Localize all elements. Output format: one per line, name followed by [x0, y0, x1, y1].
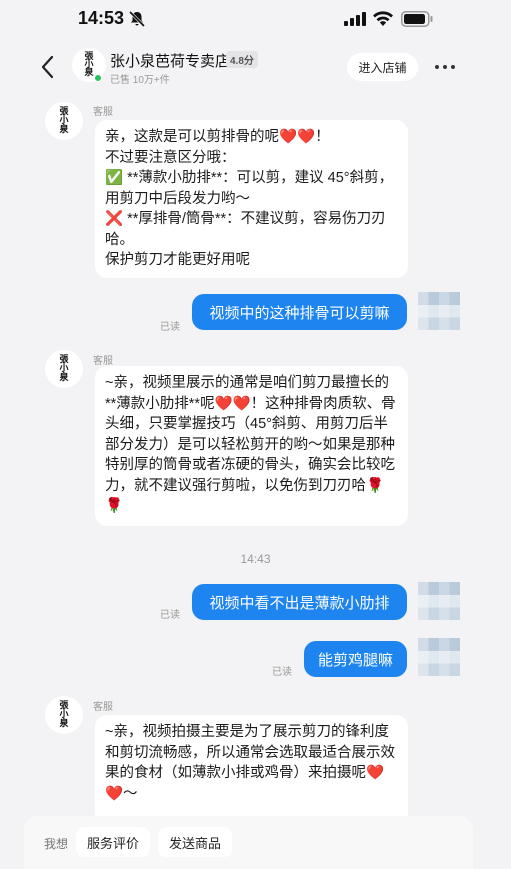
user-message-bubble[interactable]: 视频中的这种排骨可以剪嘛 [192, 294, 407, 330]
agent-avatar[interactable]: 張小泉 [45, 696, 83, 734]
user-avatar[interactable] [418, 638, 460, 676]
user-avatar[interactable] [418, 582, 460, 620]
agent-label: 客服 [93, 356, 113, 367]
signal-icon [344, 12, 366, 26]
status-bar: 14:53 [0, 0, 511, 40]
quick-action-hint: 我想 [44, 837, 69, 851]
agent-avatar-text: 張小泉 [59, 354, 69, 383]
quick-action-bar: 我想 服务评价 发送商品 [24, 816, 473, 869]
shop-logo-text: 張小泉 [84, 52, 94, 78]
user-avatar[interactable] [418, 292, 460, 330]
battery-icon [401, 11, 433, 27]
read-receipt: 已读 [160, 322, 180, 333]
shop-score-badge: 4.8分 [226, 51, 258, 68]
chat-message-list[interactable]: 張小泉 客服 亲，这款是可以剪排骨的呢❤️❤️！ 不过要注意区分哦： ✅ **薄… [0, 96, 511, 816]
read-receipt: 已读 [272, 667, 292, 678]
agent-message-bubble[interactable]: ~亲，视频拍摄主要是为了展示剪刀的锋利度和剪切流畅感，所以通常会选取最适合展示效… [95, 715, 408, 816]
send-product-button[interactable]: 发送商品 [158, 827, 232, 857]
agent-message-bubble[interactable]: ~亲，视频里展示的通常是咱们剪刀最擅长的**薄款小肋排**呢❤️❤️！这种排骨肉… [95, 366, 408, 526]
enter-shop-button[interactable]: 进入店铺 [347, 53, 418, 81]
time-divider: 14:43 [240, 552, 271, 566]
more-options-icon[interactable] [433, 57, 457, 77]
sold-count: 已售 10万+件 [110, 75, 170, 86]
read-receipt: 已读 [160, 610, 180, 621]
agent-avatar[interactable]: 張小泉 [45, 102, 83, 140]
wifi-icon [373, 11, 393, 26]
user-message-bubble[interactable]: 视频中看不出是薄款小肋排 [192, 584, 407, 620]
agent-message-bubble[interactable]: 亲，这款是可以剪排骨的呢❤️❤️！ 不过要注意区分哦： ✅ **薄款小肋排**：… [95, 120, 408, 278]
status-time: 14:53 [78, 8, 125, 28]
agent-label: 客服 [93, 107, 113, 118]
back-icon[interactable] [38, 54, 58, 80]
agent-avatar-text: 張小泉 [59, 700, 69, 729]
user-message-bubble[interactable]: 能剪鸡腿嘛 [304, 641, 407, 677]
bell-muted-icon [128, 10, 146, 28]
service-rating-button[interactable]: 服务评价 [76, 827, 150, 857]
online-status-dot [94, 74, 102, 82]
agent-avatar-text: 張小泉 [59, 106, 69, 135]
shop-name[interactable]: 张小泉芭荷专卖店 [110, 50, 230, 71]
chat-header: 張小泉 张小泉芭荷专卖店 4.8分 已售 10万+件 进入店铺 [0, 40, 511, 96]
agent-avatar[interactable]: 張小泉 [45, 350, 83, 388]
agent-label: 客服 [93, 702, 113, 713]
